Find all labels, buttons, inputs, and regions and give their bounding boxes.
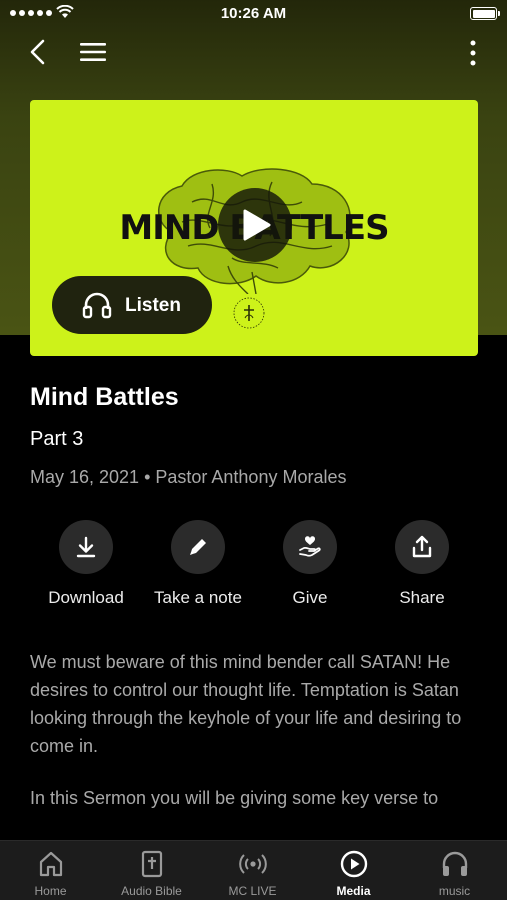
vertical-dots-icon[interactable] xyxy=(467,38,479,68)
tab-label: Home xyxy=(34,884,67,898)
play-circle-icon xyxy=(340,850,368,878)
tab-label: Media xyxy=(336,884,371,898)
description-paragraph: In this Sermon you will be giving some k… xyxy=(30,788,439,808)
sermon-meta: May 16, 2021 • Pastor Anthony Morales xyxy=(30,467,347,487)
give-label: Give xyxy=(292,588,328,607)
tab-label: music xyxy=(438,884,471,898)
download-label: Download xyxy=(48,588,124,607)
sermon-title: Mind Battles xyxy=(30,383,179,411)
tab-audio-bible[interactable]: Audio Bible xyxy=(101,841,202,900)
home-icon xyxy=(39,851,63,877)
download-icon xyxy=(76,536,96,558)
tab-media[interactable]: Media xyxy=(303,841,404,900)
sermon-description: We must beware of this mind bender call … xyxy=(30,648,480,812)
tab-home[interactable]: Home xyxy=(0,841,101,900)
headphones-icon xyxy=(442,851,468,876)
sermon-artwork[interactable]: MIND BATTLES Listen xyxy=(30,100,478,356)
headphones-icon xyxy=(82,292,112,319)
listen-label: Listen xyxy=(125,295,181,316)
play-button[interactable] xyxy=(218,188,292,262)
give-button[interactable]: Give xyxy=(254,520,366,608)
pencil-icon xyxy=(190,539,206,555)
description-paragraph: We must beware of this mind bender call … xyxy=(30,652,462,756)
hamburger-icon[interactable] xyxy=(78,38,108,66)
listen-button[interactable]: Listen xyxy=(52,276,212,334)
bible-icon xyxy=(141,850,163,878)
play-icon xyxy=(243,209,271,241)
broadcast-icon xyxy=(239,854,267,874)
status-bar: 10:26 AM xyxy=(0,0,507,28)
share-button[interactable]: Share xyxy=(366,520,478,608)
status-time: 10:26 AM xyxy=(220,5,287,22)
tab-label: MC LIVE xyxy=(228,884,277,898)
share-icon xyxy=(412,535,432,558)
chevron-left-icon[interactable] xyxy=(24,36,52,68)
tab-mc-live[interactable]: MC LIVE xyxy=(202,841,303,900)
share-label: Share xyxy=(399,588,445,607)
action-row: Download Take a note Give Share xyxy=(0,520,507,610)
tab-music[interactable]: music xyxy=(404,841,505,900)
take-note-button[interactable]: Take a note xyxy=(142,520,254,608)
bottom-tab-bar: Home Audio Bible MC LIVE Media music xyxy=(0,840,507,900)
hand-heart-icon xyxy=(299,536,321,557)
tab-label: Audio Bible xyxy=(121,884,182,898)
battery-icon xyxy=(470,7,500,20)
take-note-label: Take a note xyxy=(154,588,242,607)
sermon-part: Part 3 xyxy=(30,428,84,450)
church-seal-logo xyxy=(233,297,265,329)
download-button[interactable]: Download xyxy=(30,520,142,608)
